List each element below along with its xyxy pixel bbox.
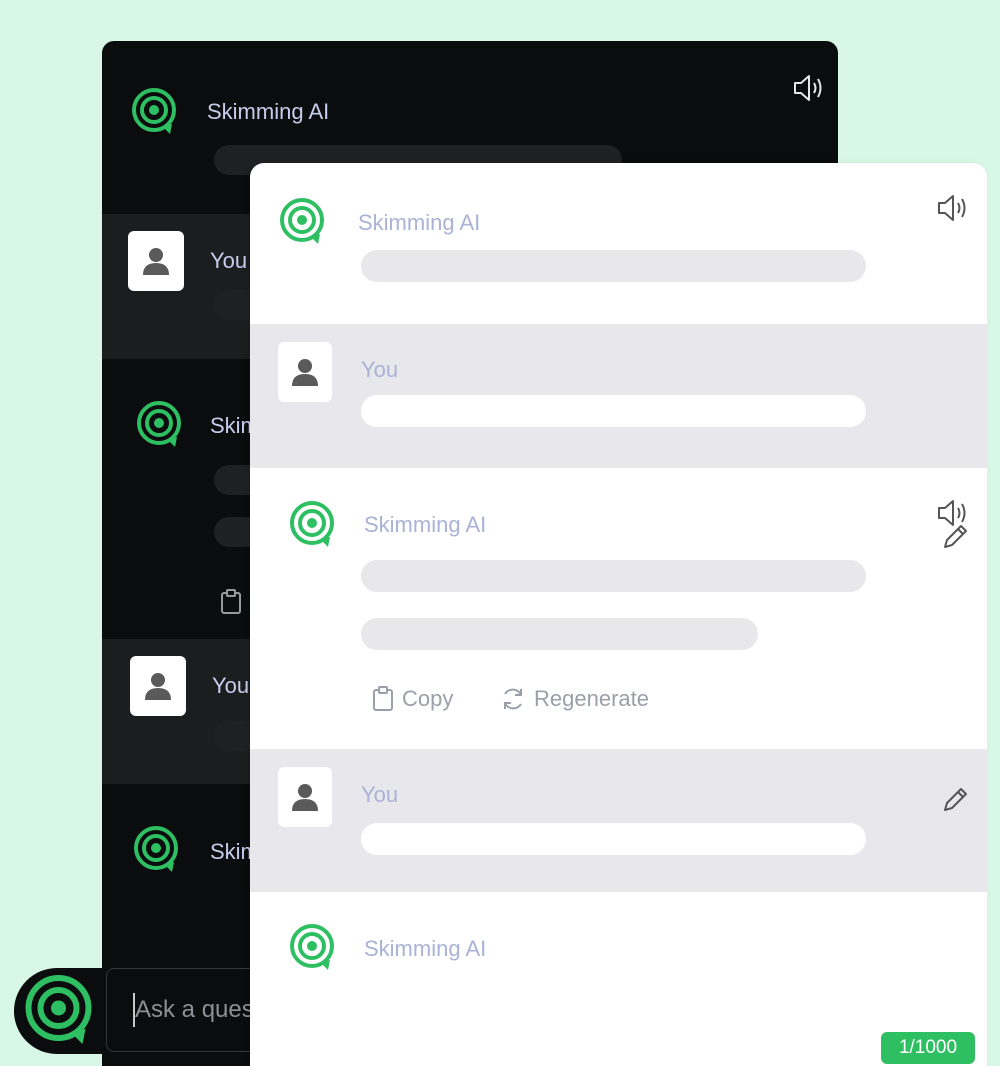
message-placeholder-bar bbox=[361, 823, 866, 855]
pencil-icon[interactable] bbox=[940, 785, 970, 815]
copy-button[interactable]: Copy bbox=[372, 686, 453, 712]
skimming-logo-icon bbox=[137, 401, 181, 447]
user-avatar bbox=[130, 656, 186, 716]
sender-name: You bbox=[210, 248, 248, 273]
user-icon bbox=[145, 673, 171, 700]
speaker-icon[interactable] bbox=[936, 193, 970, 223]
message-placeholder-bar bbox=[361, 395, 866, 427]
regenerate-label: Regenerate bbox=[534, 686, 649, 711]
light-message-assistant: Skimming AI Copy Regenerate bbox=[250, 468, 987, 749]
skimming-logo-icon bbox=[134, 826, 178, 872]
clipboard-icon[interactable] bbox=[220, 589, 242, 615]
text-caret bbox=[133, 993, 135, 1027]
light-message-user: You bbox=[250, 749, 987, 892]
refresh-icon bbox=[504, 688, 522, 710]
skimming-logo-icon bbox=[280, 198, 324, 244]
message-placeholder-bar bbox=[361, 250, 866, 282]
char-counter-badge: 1/1000 bbox=[881, 1032, 975, 1064]
light-message-assistant: Skimming AI bbox=[250, 892, 987, 1066]
light-message-assistant: Skimming AI bbox=[250, 163, 987, 324]
ask-question-input[interactable] bbox=[106, 968, 266, 1052]
message-placeholder-bar bbox=[361, 618, 758, 650]
sender-name: Skimming AI bbox=[207, 99, 330, 124]
message-placeholder-bar bbox=[361, 560, 866, 592]
skimming-logo-icon bbox=[290, 501, 334, 547]
user-avatar bbox=[128, 231, 184, 291]
user-icon bbox=[143, 248, 169, 275]
skimming-logo-icon bbox=[290, 924, 334, 970]
speaker-icon[interactable] bbox=[792, 73, 826, 103]
regenerate-button[interactable]: Regenerate bbox=[500, 686, 649, 712]
user-avatar bbox=[278, 767, 332, 827]
chat-launcher-button[interactable] bbox=[14, 968, 106, 1054]
sender-name: You bbox=[212, 673, 250, 698]
sender-name: You bbox=[361, 782, 399, 807]
skimming-logo-icon bbox=[25, 975, 92, 1044]
clipboard-icon bbox=[373, 686, 393, 711]
copy-label: Copy bbox=[402, 686, 454, 711]
sender-name: Skimming AI bbox=[364, 936, 487, 961]
light-chat-panel: Skimming AI You Skimming AI Copy Regener… bbox=[250, 163, 987, 1066]
sender-name: Skimming AI bbox=[364, 512, 487, 537]
skimming-logo-icon bbox=[132, 88, 176, 134]
user-icon bbox=[292, 784, 318, 811]
light-message-user: You bbox=[250, 324, 987, 548]
speaker-icon[interactable] bbox=[936, 498, 970, 528]
sender-name: You bbox=[361, 357, 399, 382]
user-icon bbox=[292, 359, 318, 386]
user-avatar bbox=[278, 342, 332, 402]
sender-name: Skimming AI bbox=[358, 210, 481, 235]
